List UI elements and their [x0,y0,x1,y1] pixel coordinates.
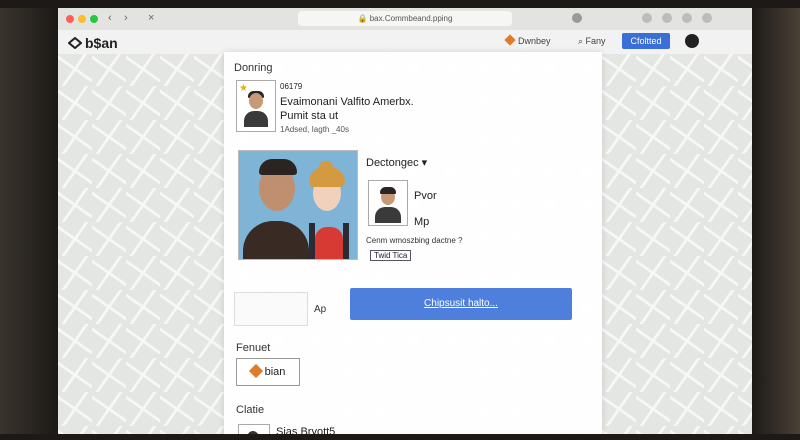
profile-icon[interactable] [572,13,582,23]
diamond-icon [248,363,263,379]
search-icon: ⌕ [578,36,586,46]
card-meta: 1Adsed, Iagth _40s [280,125,349,134]
profile-avatar-image [238,150,358,260]
apply-button[interactable]: Cfoltted [622,33,670,49]
nav-link-download[interactable]: Dwnbey [504,34,551,46]
option-2[interactable]: Mp [414,216,429,228]
address-bar[interactable]: 🔒 bax.Commbeand.pping [298,11,512,26]
device-bezel-top [0,0,800,8]
brand-icon [68,37,82,49]
tag-chip[interactable]: Twid Tica [370,250,412,261]
card-name: Evaimonani Valfito Amerbx. [280,96,414,108]
avatar [238,424,270,434]
brand-diamond-icon [504,34,516,46]
window-menu-icon[interactable] [702,13,712,23]
profile-panel: Donring ★ 06179 Evaimonani Valfito Amerb… [224,52,602,434]
device-bezel-left [0,0,58,440]
back-arrow-icon[interactable]: ‹ [108,12,112,24]
text-input[interactable] [234,292,308,326]
card-subtitle: Pumit sta ut [280,110,339,122]
nav-link-search[interactable]: ⌕ Fany [578,36,606,47]
settings-icon[interactable] [682,13,692,23]
section-2-title: Fenuet [236,342,271,354]
minimize-window-icon[interactable] [78,15,86,23]
forward-arrow-icon[interactable]: › [124,12,128,24]
account-icon[interactable] [685,34,699,48]
app-header: b$an Dwnbey ⌕ Fany Cfoltted [58,30,752,54]
section-title: Donring [234,62,273,74]
section-3-title: Clatie [236,404,265,416]
brand-logo[interactable]: b$an [68,35,118,51]
thumbnail-photo [368,180,408,226]
id-photo: ★ [236,80,276,132]
close-window-icon[interactable] [66,15,74,23]
badge-number: 06179 [280,82,303,91]
history-icon[interactable] [662,13,672,23]
browser-toolbar: ‹ › × 🔒 bax.Commbeand.pping [58,8,752,31]
question-text: Cenm wmoszbing dactne ? [366,236,463,245]
lock-icon: 🔒 [357,14,370,23]
bian-button[interactable]: bian [236,358,300,386]
maximize-window-icon[interactable] [90,15,98,23]
person-name[interactable]: Sjas Bryott5 [276,426,335,434]
close-tab-icon[interactable]: × [148,12,154,24]
primary-cta-button[interactable]: Chipsusit halto... [350,288,572,320]
ap-label: Ap [314,304,327,315]
device-bezel-right [752,0,800,440]
screen: ‹ › × 🔒 bax.Commbeand.pping b$an Dwnbey … [58,8,752,434]
tab-icon[interactable] [642,13,652,23]
chevron-down-icon: ▾ [421,157,428,169]
star-icon: ★ [239,83,248,94]
dropdown-select[interactable]: Dectongec ▾ [366,156,427,169]
device-bezel-bottom [0,434,800,440]
option-1[interactable]: Pvor [414,190,437,202]
